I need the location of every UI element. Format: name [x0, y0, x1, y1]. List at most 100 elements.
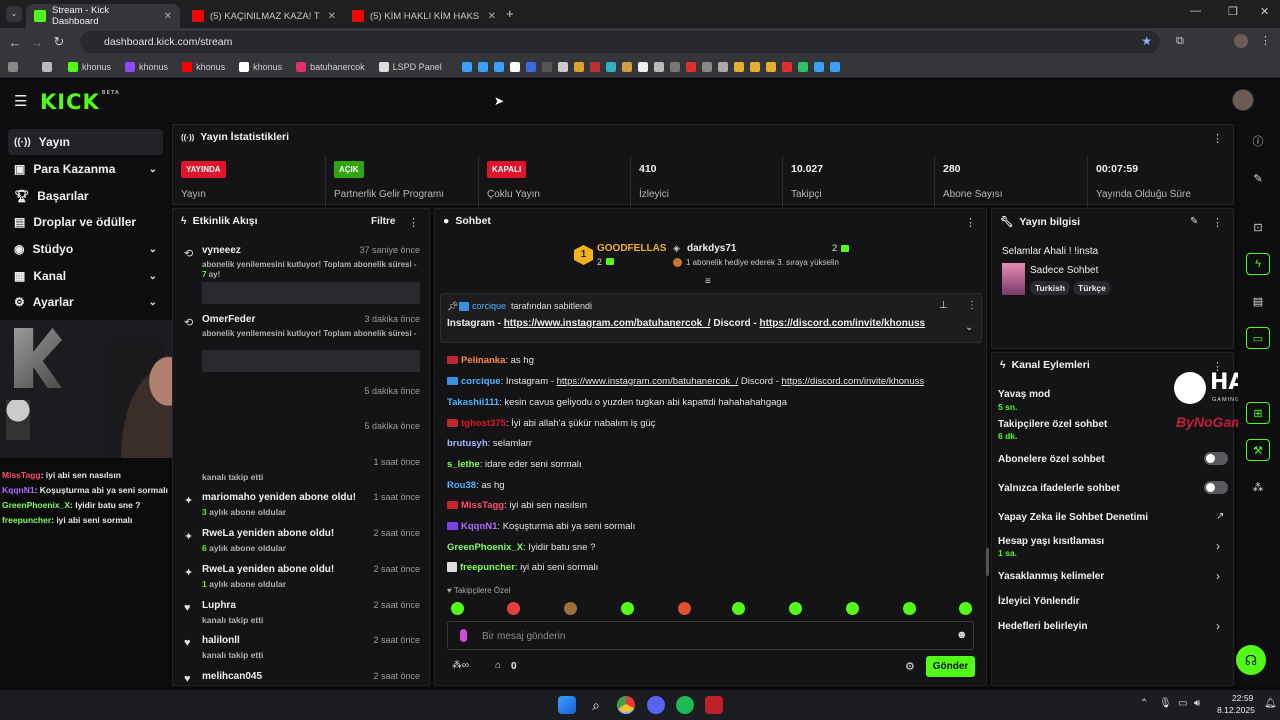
- bookmark-favicon-icon[interactable]: [493, 61, 504, 72]
- action-label[interactable]: Yasaklanmış kelimeler: [998, 571, 1104, 582]
- bookmark-favicon-icon[interactable]: [557, 61, 568, 72]
- search-icon[interactable]: ⌕: [587, 696, 605, 714]
- back-arrow-icon[interactable]: ←: [4, 35, 26, 50]
- bookmark-youtube[interactable]: khonus: [182, 61, 225, 72]
- notifications-icon[interactable]: 🔔︎: [1264, 698, 1277, 709]
- emote-icon[interactable]: [564, 602, 577, 615]
- bookmark-favicon-icon[interactable]: [765, 61, 776, 72]
- chevron-right-icon[interactable]: ›: [1216, 569, 1220, 583]
- chat-input[interactable]: Bir mesaj gönderin ☻: [447, 621, 974, 650]
- chevron-right-icon[interactable]: ›: [1216, 619, 1220, 633]
- bookmark-favicon-icon[interactable]: [461, 61, 472, 72]
- bookmark-favicon-icon[interactable]: [509, 61, 520, 72]
- url-field[interactable]: dashboard.kick.com/stream ★: [80, 31, 1160, 53]
- chat-scrollbar[interactable]: [986, 548, 989, 576]
- pinned-menu-icon[interactable]: ⋮: [967, 300, 977, 311]
- chat-username[interactable]: Takashii111: [447, 397, 499, 408]
- stream-info-menu-icon[interactable]: ⋮: [1212, 216, 1223, 229]
- kick-logo[interactable]: KICK BETA: [40, 90, 120, 114]
- emote-icon[interactable]: [903, 602, 916, 615]
- bookmark-x[interactable]: khonus: [239, 61, 282, 72]
- chat-username[interactable]: tghost375: [461, 418, 506, 429]
- bookmark-favicon-icon[interactable]: [589, 61, 600, 72]
- bookmark-favicon-icon[interactable]: [717, 61, 728, 72]
- bookmark-favicon-icon[interactable]: [621, 61, 632, 72]
- community-icon[interactable]: ⁂∞: [452, 660, 469, 671]
- close-window-button[interactable]: ✕: [1260, 5, 1269, 18]
- bookmark-favicon-icon[interactable]: [605, 61, 616, 72]
- chat-username[interactable]: s_lethe: [447, 459, 480, 470]
- bookmark-favicon-icon[interactable]: [573, 61, 584, 72]
- bookmark-favicon-icon[interactable]: [637, 61, 648, 72]
- clock-date[interactable]: 8.12.2025: [1217, 705, 1255, 715]
- chat-username[interactable]: freepuncher: [460, 562, 515, 573]
- chat-username[interactable]: Rou38: [447, 480, 476, 491]
- bookmark-favicon-icon[interactable]: [525, 61, 536, 72]
- hamburger-menu-icon[interactable]: ☰: [14, 92, 27, 110]
- sidebar-item-droplar[interactable]: ▤ Droplar ve ödüller: [8, 209, 163, 235]
- document-icon[interactable]: ▤: [1246, 290, 1270, 312]
- tag-chip[interactable]: Turkish: [1030, 281, 1071, 295]
- chat-menu-icon[interactable]: ⋮: [965, 216, 976, 229]
- tab-youtube-2[interactable]: (5) KİM HAKLI KİM HAKSIZ? | 5 ✕: [344, 4, 504, 28]
- forward-arrow-icon[interactable]: →: [26, 35, 48, 50]
- instagram-link[interactable]: https://www.instagram.com/batuhanercok_/: [557, 376, 739, 387]
- bookmark-favicon-icon[interactable]: [685, 61, 696, 72]
- sidebar-item-ayarlar[interactable]: ⚙ Ayarlar ⌄: [8, 289, 163, 315]
- close-tab-icon[interactable]: ✕: [488, 11, 496, 22]
- store-icon[interactable]: ⌂: [495, 660, 501, 671]
- chrome-icon[interactable]: [617, 696, 635, 714]
- instagram-link[interactable]: https://www.instagram.com/batuhanercok_/: [504, 318, 711, 329]
- bookmark-star-icon[interactable]: ★: [1141, 34, 1152, 48]
- activity-menu-icon[interactable]: ⋮: [408, 216, 419, 229]
- bookmark-twitch[interactable]: khonus: [125, 61, 168, 72]
- close-tab-icon[interactable]: ✕: [328, 11, 336, 22]
- sidebar-item-para-kazanma[interactable]: ▣ Para Kazanma ⌄: [8, 156, 163, 182]
- close-tab-icon[interactable]: ✕: [164, 11, 172, 22]
- discord-link[interactable]: https://discord.com/invite/khonuss: [782, 376, 925, 387]
- bookmark-favicon-icon[interactable]: [541, 61, 552, 72]
- chevron-right-icon[interactable]: ›: [1216, 539, 1220, 553]
- emote-icon[interactable]: [621, 602, 634, 615]
- microphone-icon[interactable]: 🎙︎: [1159, 698, 1172, 709]
- network-icon[interactable]: ▭: [1178, 698, 1187, 709]
- clock-time[interactable]: 22:59: [1232, 693, 1253, 703]
- action-label[interactable]: Hedefleri belirleyin: [998, 621, 1087, 632]
- expand-leaderboard-icon[interactable]: ≡: [705, 276, 711, 287]
- capture-icon[interactable]: ⊡: [1246, 216, 1270, 238]
- volume-icon[interactable]: 🔊︎: [1194, 698, 1200, 709]
- action-label[interactable]: Hesap yaşı kısıtlaması: [998, 536, 1104, 547]
- wrench-icon[interactable]: ⚒: [1246, 439, 1270, 461]
- edit-pencil-icon[interactable]: ✎: [1190, 216, 1198, 227]
- bookmark-favicon-icon[interactable]: [749, 61, 760, 72]
- bookmark-kick[interactable]: khonus: [68, 61, 111, 72]
- bookmark-favicon-icon[interactable]: [477, 61, 488, 72]
- chat-settings-icon[interactable]: ⚙: [905, 660, 915, 673]
- profile-avatar[interactable]: [1234, 34, 1248, 48]
- emote-icon[interactable]: [959, 602, 972, 615]
- sidebar-item-studyo[interactable]: ◉ Stüdyo ⌄: [8, 236, 163, 262]
- emote-icon[interactable]: [451, 602, 464, 615]
- system-tray-chevron-icon[interactable]: ⌃: [1140, 698, 1148, 709]
- action-label[interactable]: Yapay Zeka ile Sohbet Denetimi: [998, 512, 1148, 523]
- support-headset-button[interactable]: ☊: [1236, 645, 1266, 675]
- emote-icon[interactable]: [846, 602, 859, 615]
- new-tab-button[interactable]: +: [506, 6, 514, 21]
- chat-username[interactable]: GreenPhoenix_X: [447, 542, 523, 553]
- apps-grid-icon[interactable]: [8, 61, 18, 72]
- emote-icon[interactable]: [732, 602, 745, 615]
- unpin-icon[interactable]: ⊥: [939, 300, 948, 311]
- send-button[interactable]: Gönder: [926, 656, 975, 677]
- mic-icon[interactable]: [460, 629, 467, 642]
- reload-icon[interactable]: ↻: [48, 34, 70, 50]
- bolt-icon[interactable]: ϟ: [1246, 253, 1270, 275]
- bookmark-favicon-icon[interactable]: [653, 61, 664, 72]
- spotify-icon[interactable]: [676, 696, 694, 714]
- game-app-icon[interactable]: [705, 696, 723, 714]
- chat-bubble-icon[interactable]: ▭: [1246, 327, 1270, 349]
- filter-button[interactable]: Filtre: [371, 216, 395, 227]
- chat-username[interactable]: MissTagg: [461, 500, 504, 511]
- sidebar-item-kanal[interactable]: ▦ Kanal ⌄: [8, 263, 163, 289]
- discord-link[interactable]: https://discord.com/invite/khonuss: [759, 318, 925, 329]
- stats-menu-icon[interactable]: ⋮: [1212, 132, 1223, 145]
